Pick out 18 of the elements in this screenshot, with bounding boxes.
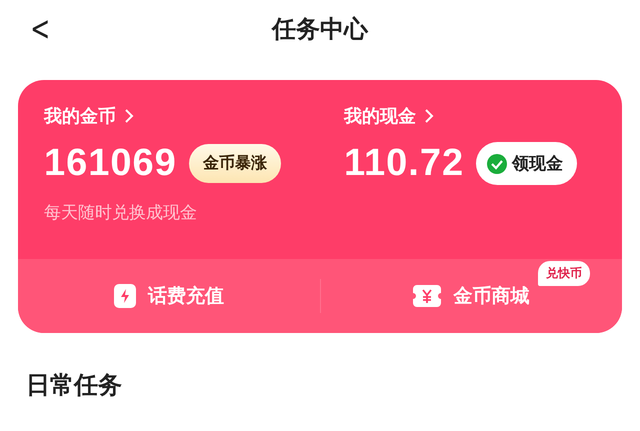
lightning-icon <box>114 284 136 308</box>
tag-badge: 兑快币 <box>538 261 590 286</box>
coin-boost-button[interactable]: 金币暴涨 <box>188 144 281 183</box>
page-title: 任务中心 <box>272 14 368 45</box>
shortcut-button[interactable]: 话费充值 <box>18 259 320 333</box>
cash-balance: 110.72 <box>344 142 464 185</box>
chevron-icon <box>424 109 434 123</box>
back-button[interactable]: < <box>26 10 54 48</box>
shortcut-button[interactable]: 金币商城 兑快币 <box>320 259 622 333</box>
coin-balance: 161069 <box>44 142 177 185</box>
coupon-icon <box>413 285 442 307</box>
section-title: 日常任务 <box>26 370 123 401</box>
cash-link[interactable]: 我的现金 <box>344 104 434 128</box>
coins-link[interactable]: 我的金币 <box>44 104 134 128</box>
exchange-note: 每天随时兑换成现金 <box>44 202 198 224</box>
check-icon <box>486 152 508 174</box>
claim-cash-button[interactable]: 领现金 <box>476 142 578 185</box>
chevron-icon <box>124 109 134 123</box>
